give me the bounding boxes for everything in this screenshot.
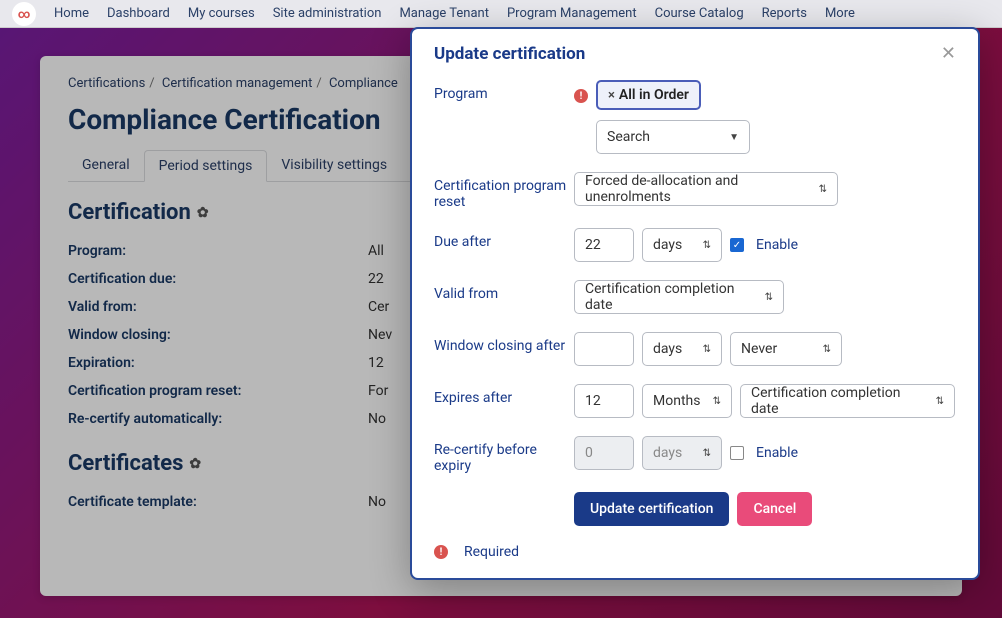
recertify-enable-checkbox[interactable] [730,446,744,460]
nav-site-admin[interactable]: Site administration [273,6,382,21]
recertify-input [574,436,634,470]
top-nav: ∞ Home Dashboard My courses Site adminis… [0,0,1002,28]
nav-manage-tenant[interactable]: Manage Tenant [399,6,489,21]
close-icon[interactable]: ✕ [941,43,956,64]
chevron-down-icon: ▼ [729,132,739,143]
required-icon: ! [434,545,448,559]
nav-home[interactable]: Home [54,6,89,21]
chevron-updown-icon: ⇅ [703,448,711,459]
nav-reports[interactable]: Reports [762,6,807,21]
chevron-updown-icon: ⇅ [765,292,773,303]
modal-title: Update certification [434,44,585,64]
chevron-updown-icon: ⇅ [936,396,944,407]
update-certification-button[interactable]: Update certification [574,492,729,526]
expires-after-input[interactable] [574,384,634,418]
nav-dashboard[interactable]: Dashboard [107,6,170,21]
chevron-updown-icon: ⇅ [713,396,721,407]
chevron-updown-icon: ⇅ [823,344,831,355]
window-closing-unit-select[interactable]: days⇅ [642,332,722,366]
enable-label: Enable [756,445,798,461]
nav-program-mgmt[interactable]: Program Management [507,6,637,21]
chevron-updown-icon: ⇅ [703,344,711,355]
remove-icon[interactable]: × [608,88,615,103]
nav-more[interactable]: More [825,6,855,21]
expires-from-select[interactable]: Certification completion date⇅ [740,384,955,418]
valid-from-select[interactable]: Certification completion date⇅ [574,280,784,314]
nav-my-courses[interactable]: My courses [188,6,255,21]
chevron-updown-icon: ⇅ [703,240,711,251]
enable-label: Enable [756,237,798,253]
reset-select[interactable]: Forced de-allocation and unenrolments⇅ [574,172,838,206]
program-pill[interactable]: × All in Order [596,80,701,110]
update-certification-modal: Update certification ✕ Program ! × All i… [410,27,980,580]
nav-course-catalog[interactable]: Course Catalog [655,6,744,21]
expires-after-unit-select[interactable]: Months⇅ [642,384,732,418]
logo-icon[interactable]: ∞ [12,2,36,26]
label-valid-from: Valid from [434,280,574,302]
label-recertify: Re-certify before expiry [434,436,574,474]
cancel-button[interactable]: Cancel [737,492,812,526]
chevron-updown-icon: ⇅ [819,184,827,195]
required-note: ! Required [434,544,956,560]
window-closing-input[interactable] [574,332,634,366]
due-enable-checkbox[interactable]: ✓ [730,238,744,252]
program-search-select[interactable]: Search▼ [596,120,750,154]
label-reset: Certification program reset [434,172,574,210]
window-closing-mode-select[interactable]: Never⇅ [730,332,842,366]
due-after-unit-select[interactable]: days⇅ [642,228,722,262]
required-icon: ! [574,89,588,103]
label-program: Program [434,80,574,102]
label-window-closing: Window closing after [434,332,574,354]
recertify-unit-select: days⇅ [642,436,722,470]
label-expires-after: Expires after [434,384,574,406]
due-after-input[interactable] [574,228,634,262]
label-due-after: Due after [434,228,574,250]
